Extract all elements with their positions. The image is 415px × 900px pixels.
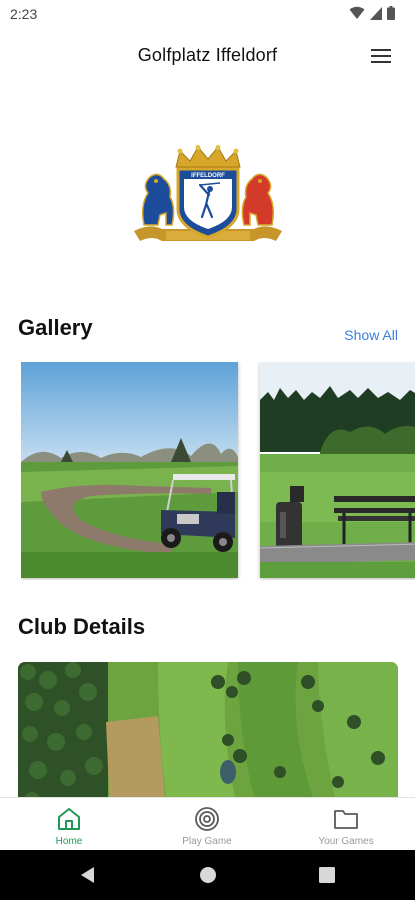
club-details-title: Club Details [18, 614, 146, 639]
club-details-image[interactable] [18, 662, 398, 812]
gallery-carousel[interactable] [21, 362, 415, 580]
home-icon [58, 808, 80, 830]
recents-icon[interactable] [318, 866, 336, 884]
gallery-title: Gallery [18, 315, 93, 340]
nav-your-games[interactable]: Your Games [277, 798, 415, 851]
folder-icon [334, 810, 358, 829]
nav-home[interactable]: Home [0, 798, 138, 851]
cell-signal-icon [370, 6, 382, 20]
status-icons [349, 6, 395, 20]
status-time: 2:23 [10, 6, 38, 22]
back-icon[interactable] [79, 866, 97, 884]
crest-text: IFFELDORF [191, 173, 225, 179]
status-bar: 2:23 [0, 0, 415, 28]
show-all-link[interactable]: Show All [344, 327, 398, 343]
bottom-navigation: Home Play Game Your Games [0, 797, 415, 850]
target-icon [195, 807, 219, 831]
nav-play-game[interactable]: Play Game [138, 798, 276, 851]
nav-your-games-label: Your Games [318, 836, 374, 847]
club-logo: IFFELDORF [130, 145, 286, 249]
gallery-image-golf-cart[interactable] [21, 362, 238, 578]
page-title: Golfplatz Iffeldorf [137, 45, 278, 65]
wifi-icon [349, 6, 365, 19]
hamburger-menu-icon[interactable] [371, 49, 391, 64]
home-circle-icon[interactable] [199, 866, 217, 884]
nav-play-game-label: Play Game [182, 836, 232, 847]
app-bar: Golfplatz Iffeldorf [0, 28, 415, 84]
battery-icon [387, 6, 395, 20]
system-navigation-bar [0, 850, 415, 900]
gallery-image-driving-range[interactable] [260, 362, 415, 578]
nav-home-label: Home [55, 836, 83, 847]
